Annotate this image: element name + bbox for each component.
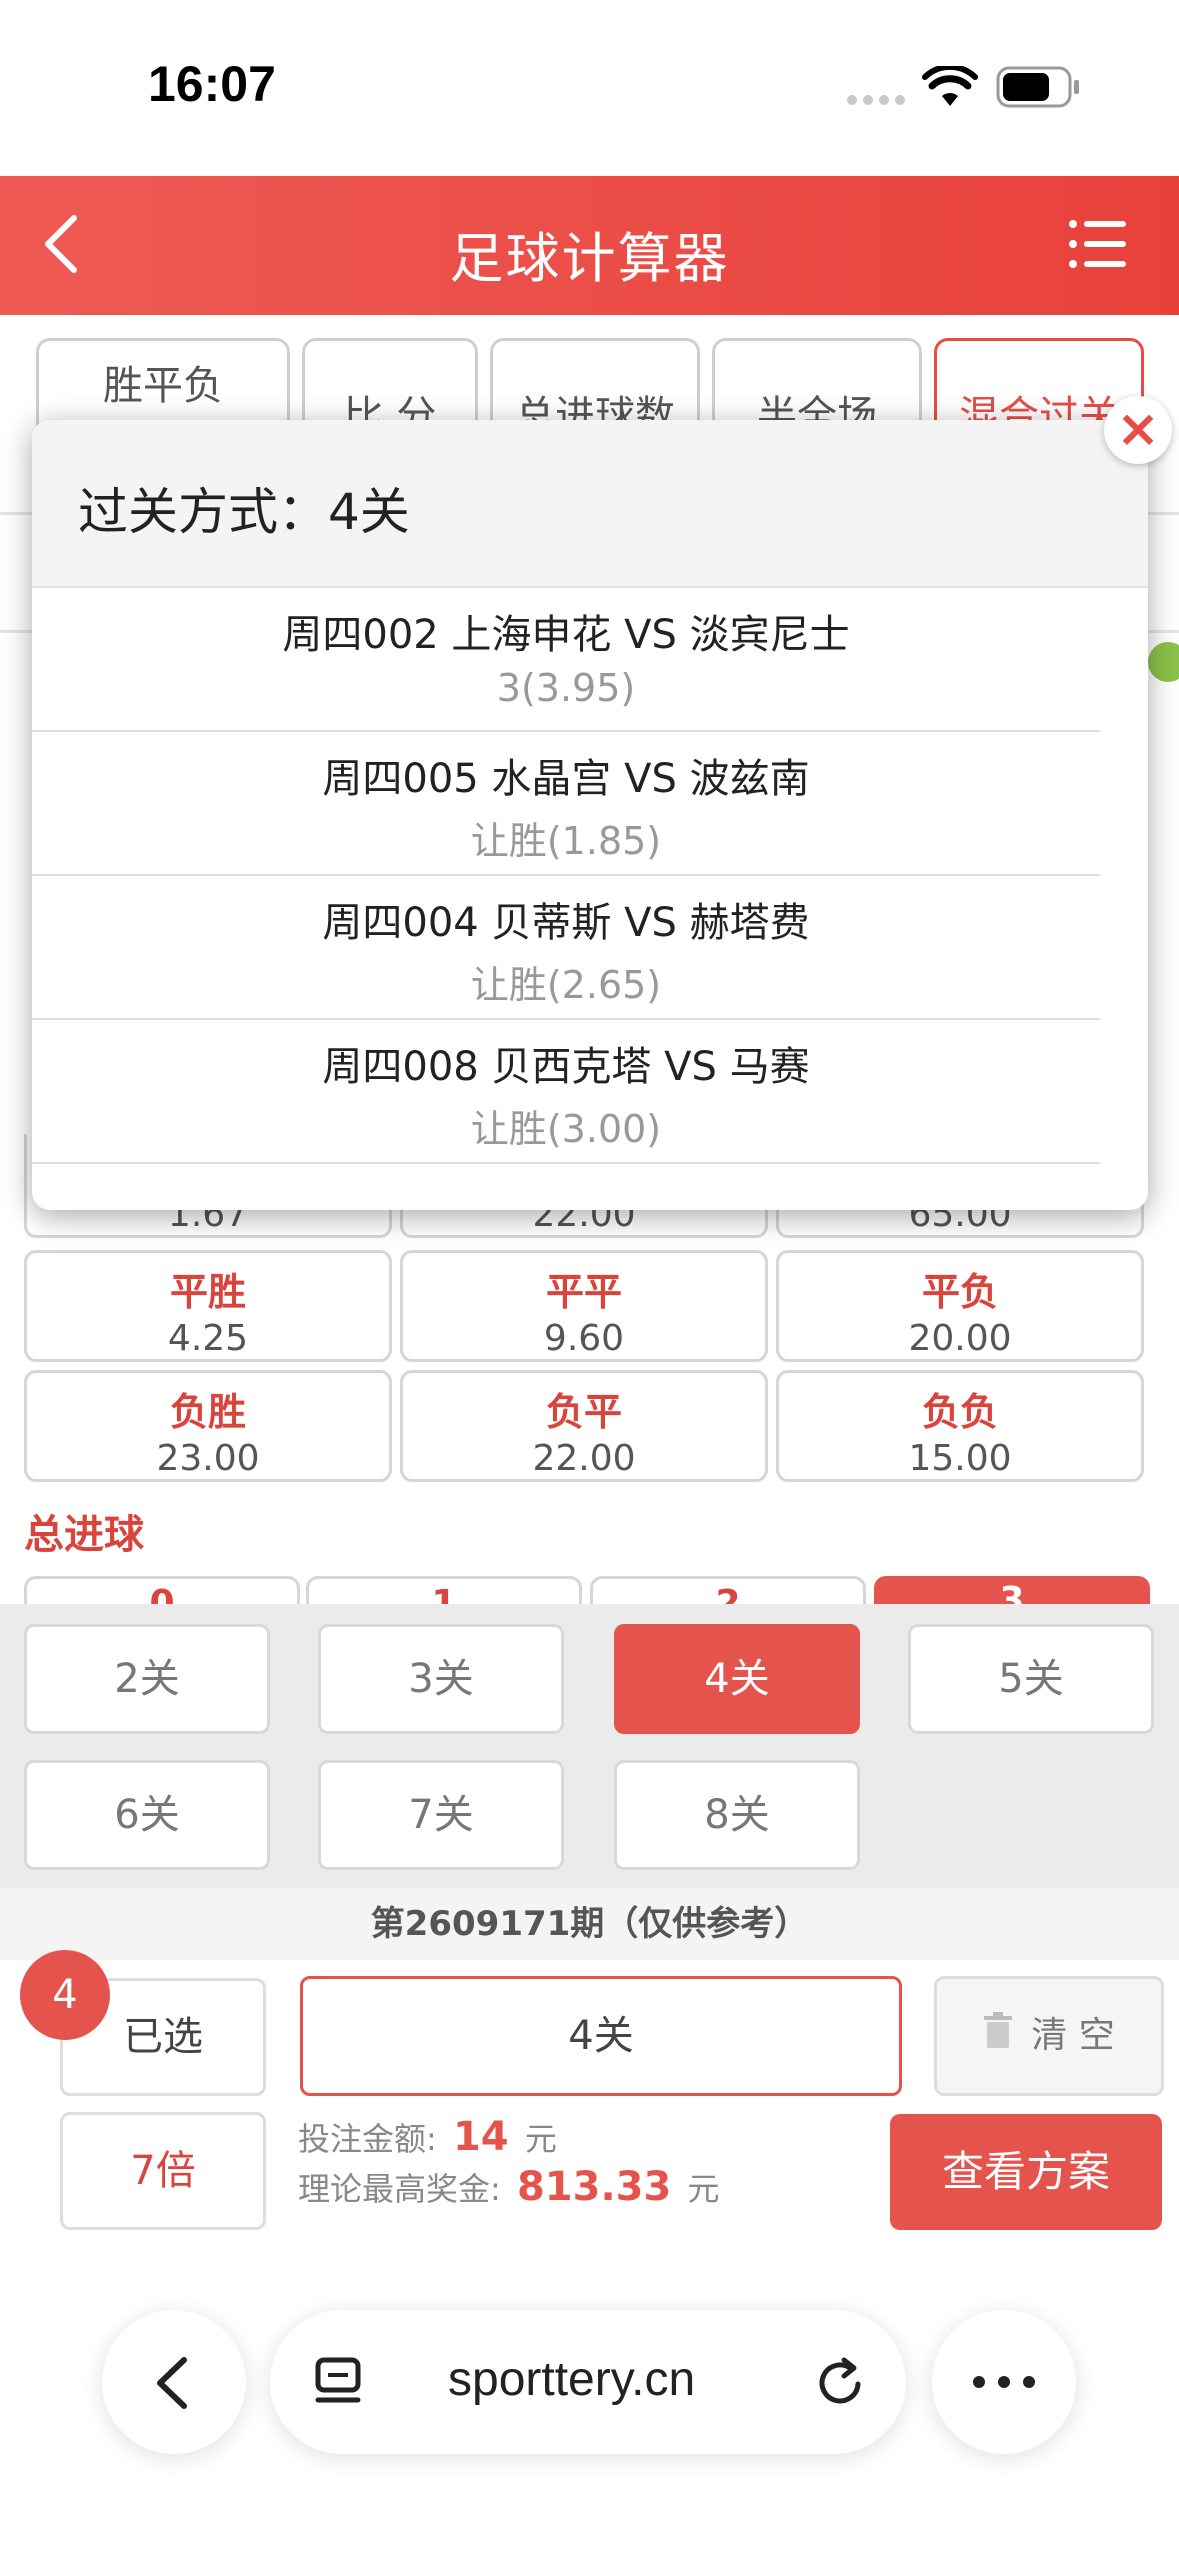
- odds-label: 平负: [921, 1270, 998, 1314]
- match-row: 周四002 上海申花 VS 淡宾尼士 3(3.95): [32, 588, 1100, 732]
- odds-label: 负胜: [169, 1390, 246, 1434]
- pass-display-label: 4关: [568, 2013, 634, 2059]
- match-pick: 3(3.95): [496, 666, 636, 710]
- back-arrow-icon: [152, 2354, 192, 2416]
- match-line: 周四005 水晶宫 VS 波兹南: [322, 756, 810, 802]
- pass-option-5[interactable]: 5关: [908, 1624, 1154, 1734]
- wifi-icon: [922, 63, 978, 112]
- max-prize-row: 理论最高奖金: 813.33 元: [298, 2164, 720, 2210]
- odds-label: 负平: [545, 1390, 622, 1434]
- tab-label: 胜平负: [103, 363, 223, 409]
- match-line: 周四002 上海申花 VS 淡宾尼士: [282, 612, 850, 658]
- status-time: 16:07: [148, 56, 276, 112]
- issue-number: 第2609171期（仅供参考）: [0, 1888, 1179, 1960]
- bet-amount-row: 投注金额: 14 元: [298, 2114, 557, 2160]
- browser-back-button[interactable]: [102, 2310, 246, 2454]
- pass-option-2[interactable]: 2关: [24, 1624, 270, 1734]
- odds-label: 负负: [921, 1390, 998, 1434]
- odds-value: 15.00: [908, 1438, 1012, 1479]
- selection-count-badge: 4: [20, 1950, 110, 2040]
- pass-option-6[interactable]: 6关: [24, 1760, 270, 1870]
- match-row: 周四008 贝西克塔 VS 马赛 让胜(3.00): [32, 1020, 1100, 1164]
- odds-cell[interactable]: 负平 22.00: [400, 1370, 768, 1482]
- pass-option-4[interactable]: 4关: [614, 1624, 860, 1734]
- odds-cell[interactable]: 平胜 4.25: [24, 1250, 392, 1362]
- view-plan-button[interactable]: 查看方案: [890, 2114, 1162, 2230]
- pass-display-button[interactable]: 4关: [300, 1976, 902, 2096]
- odds-label: 平胜: [169, 1270, 246, 1314]
- app-header: 足球计算器: [0, 176, 1179, 315]
- selected-label: 已选: [123, 2014, 203, 2060]
- odds-cell[interactable]: 负负 15.00: [776, 1370, 1144, 1482]
- status-bar: 16:07: [0, 0, 1179, 176]
- tabs-icon[interactable]: [314, 2356, 366, 2412]
- pass-option-3[interactable]: 3关: [318, 1624, 564, 1734]
- multiplier-button[interactable]: 7倍: [60, 2112, 266, 2230]
- signal-icon: [846, 92, 906, 111]
- trash-icon: [983, 1980, 1013, 2094]
- match-pick: 让胜(1.85): [470, 819, 662, 863]
- status-check-icon: [1148, 642, 1179, 682]
- odds-cell[interactable]: 负胜 23.00: [24, 1370, 392, 1482]
- clear-label: 清 空: [1031, 2015, 1115, 2056]
- clear-button[interactable]: 清 空: [934, 1976, 1164, 2096]
- pass-option-7[interactable]: 7关: [318, 1760, 564, 1870]
- odds-value: 22.00: [532, 1438, 636, 1479]
- dialog-title: 过关方式：4关: [78, 483, 410, 541]
- reload-icon[interactable]: [814, 2354, 868, 2414]
- odds-cell[interactable]: 平负 20.00: [776, 1250, 1144, 1362]
- pass-type-panel: 2关 3关 4关 5关 6关 7关 8关: [0, 1604, 1179, 1888]
- page-title: 足球计算器: [449, 227, 730, 290]
- match-line: 周四008 贝西克塔 VS 马赛: [322, 1044, 810, 1090]
- odds-label: 平平: [545, 1270, 622, 1314]
- pass-detail-dialog: 过关方式：4关 周四002 上海申花 VS 淡宾尼士 3(3.95) 周四005…: [32, 420, 1148, 1210]
- max-prize: 813.33: [516, 2164, 672, 2210]
- multiplier-label: 7倍: [130, 2148, 196, 2194]
- section-title-total-goals: 总进球: [24, 1512, 144, 1558]
- more-button[interactable]: [932, 2310, 1076, 2454]
- bet-amount-unit: 元: [524, 2120, 557, 2158]
- bet-amount: 14: [452, 2114, 509, 2160]
- match-row: 周四005 水晶宫 VS 波兹南 让胜(1.85): [32, 732, 1100, 876]
- match-line: 周四004 贝蒂斯 VS 赫塔费: [322, 900, 810, 946]
- odds-value: 20.00: [908, 1318, 1012, 1359]
- match-pick: 让胜(2.65): [470, 963, 662, 1007]
- max-prize-unit: 元: [687, 2170, 720, 2208]
- battery-icon: [996, 66, 1082, 112]
- url-text[interactable]: sporttery.cn: [448, 2352, 695, 2407]
- dialog-header: 过关方式：4关: [32, 420, 1148, 588]
- max-prize-label: 理论最高奖金:: [298, 2170, 501, 2208]
- match-pick: 让胜(3.00): [470, 1107, 662, 1151]
- odds-value: 9.60: [543, 1318, 625, 1359]
- pass-option-8[interactable]: 8关: [614, 1760, 860, 1870]
- bet-amount-label: 投注金额:: [298, 2120, 437, 2158]
- odds-value: 23.00: [156, 1438, 260, 1479]
- more-icon: [972, 2374, 1036, 2393]
- close-icon[interactable]: ×: [1104, 396, 1172, 464]
- odds-value: 4.25: [167, 1318, 249, 1359]
- odds-cell[interactable]: 平平 9.60: [400, 1250, 768, 1362]
- menu-icon[interactable]: [1068, 216, 1128, 276]
- match-row: 周四004 贝蒂斯 VS 赫塔费 让胜(2.65): [32, 876, 1100, 1020]
